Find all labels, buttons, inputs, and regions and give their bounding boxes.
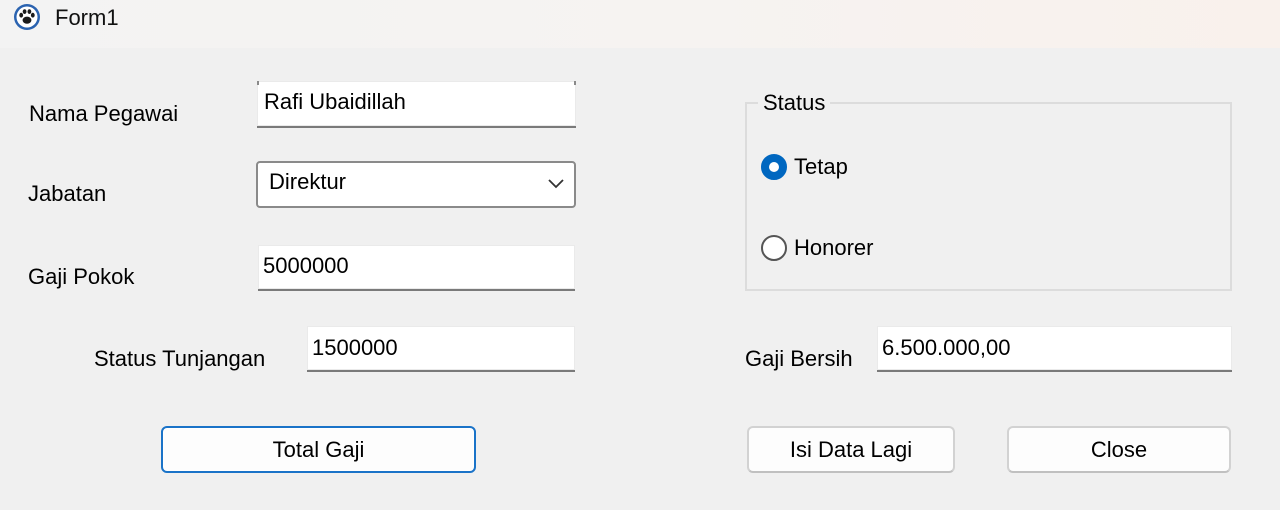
close-button[interactable]: Close	[1007, 426, 1231, 473]
honorer-radio[interactable]	[761, 235, 787, 261]
gaji-bersih-value: 6.500.000,00	[882, 335, 1011, 360]
window-title: Form1	[55, 5, 119, 30]
total-gaji-button[interactable]: Total Gaji	[161, 426, 476, 473]
status-tunjangan-input[interactable]: 1500000	[307, 326, 575, 372]
radio-selected-dot	[769, 162, 779, 172]
status-tunjangan-value: 1500000	[312, 335, 398, 360]
nama-pegawai-label: Nama Pegawai	[29, 101, 179, 126]
status-group-legend: Status	[758, 90, 831, 116]
paw-icon	[14, 4, 40, 30]
honorer-radio-label[interactable]: Honorer	[794, 235, 873, 261]
title-bar: Form1	[0, 0, 1280, 48]
status-groupbox	[745, 102, 1232, 291]
tetap-radio[interactable]	[761, 154, 787, 180]
gaji-bersih-output[interactable]: 6.500.000,00	[877, 326, 1232, 372]
jabatan-selected-value: Direktur	[269, 169, 347, 194]
status-tunjangan-label: Status Tunjangan	[94, 346, 266, 371]
nama-pegawai-value: Rafi Ubaidillah	[264, 89, 406, 114]
jabatan-label: Jabatan	[28, 181, 107, 206]
chevron-down-icon	[548, 179, 564, 189]
gaji-pokok-value: 5000000	[263, 253, 349, 278]
tetap-radio-label[interactable]: Tetap	[794, 154, 848, 180]
gaji-pokok-label: Gaji Pokok	[28, 264, 135, 289]
nama-pegawai-input[interactable]: Rafi Ubaidillah	[257, 81, 576, 128]
isi-data-lagi-button[interactable]: Isi Data Lagi	[747, 426, 955, 473]
gaji-pokok-input[interactable]: 5000000	[258, 245, 575, 291]
gaji-bersih-label: Gaji Bersih	[745, 346, 853, 371]
jabatan-dropdown[interactable]: Direktur	[256, 161, 576, 208]
